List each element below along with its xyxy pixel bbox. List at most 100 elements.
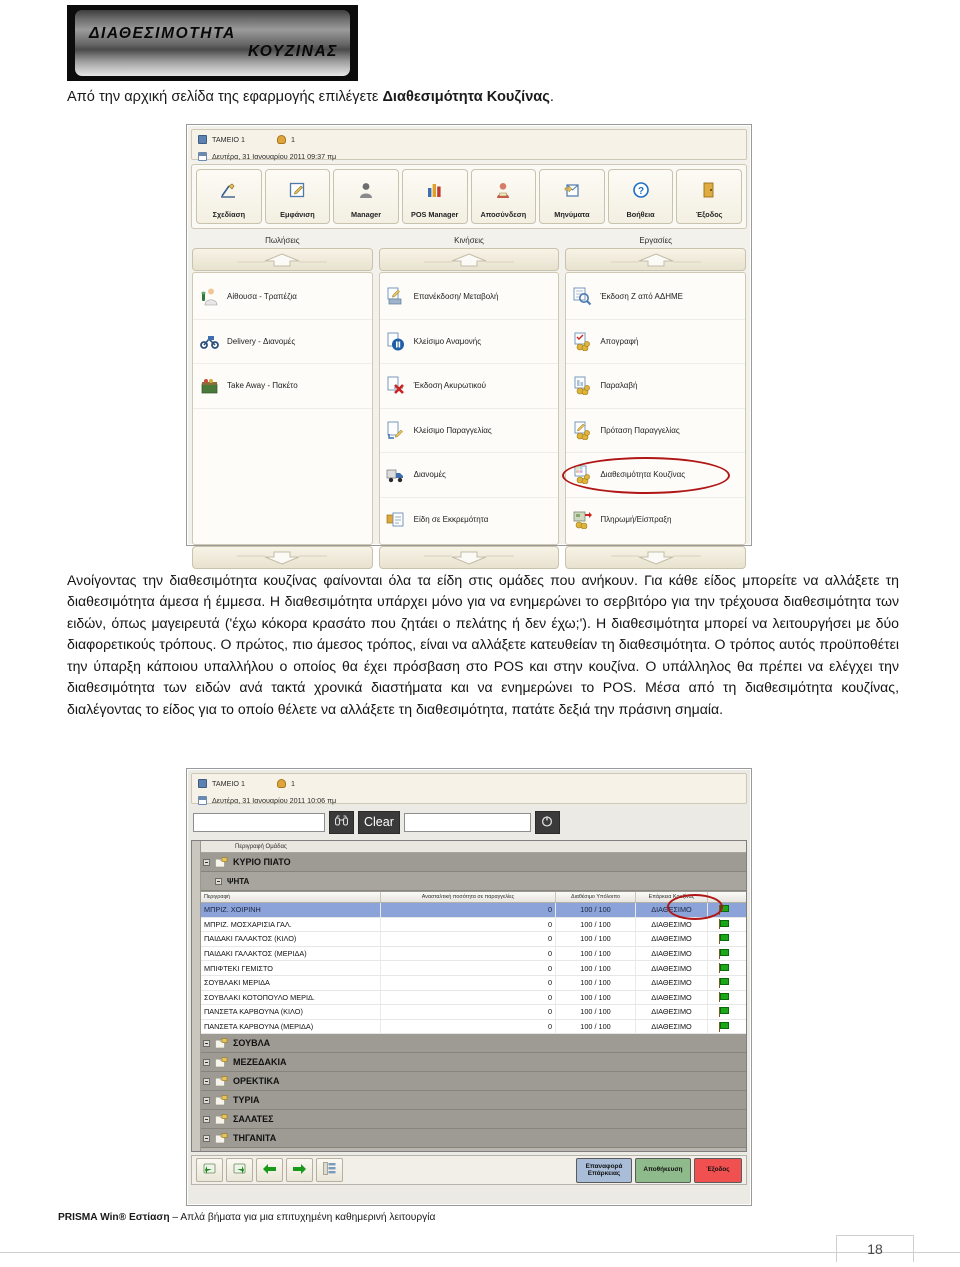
green-flag-icon[interactable] (718, 933, 730, 944)
menu-item-cancel-doc[interactable]: Έκδοση Ακυρωτικού (379, 364, 559, 409)
menu-item-inventory[interactable]: Απογραφή (566, 320, 746, 364)
tree-group-main-dish[interactable]: ΚΥΡΙΟ ΠΙΑΤΟ (201, 853, 746, 872)
scroll-up-button-sales[interactable] (192, 248, 373, 271)
toolbar-button-help[interactable]: ? Βοήθεια (607, 169, 674, 224)
menu-item-z-report[interactable]: Έκδοση Ζ από ΑΔΗΜΕ (566, 275, 746, 320)
menu-item-order-proposal[interactable]: Πρόταση Παραγγελίας (566, 409, 746, 453)
tree-group-tiganita[interactable]: ΤΗΓΑΝΙΤΑ (201, 1129, 746, 1149)
table-row[interactable]: ΣΟΥΒΛΑΚΙ ΜΕΡΙΔΑ 0 100 / 100 ΔΙΑΘΕΣΙΜΟ (201, 975, 746, 991)
tree-group-tyria[interactable]: ΤΥΡΙΑ (201, 1091, 746, 1111)
cell-flag[interactable] (708, 991, 740, 1005)
toolbar-button-manager[interactable]: Manager (333, 169, 399, 224)
table-row[interactable]: ΠΑΝΣΕΤΑ ΚΑΡΒΟΥΝΑ (ΜΕΡΙΔΑ) 0 100 / 100 ΔΙ… (201, 1019, 746, 1035)
menu-item-kitchen-availability[interactable]: Διαθεσιμότητα Κουζίνας (562, 453, 746, 498)
design-icon (220, 170, 237, 210)
save-button[interactable]: Αποθήκευση (635, 1157, 691, 1183)
expand-toggle-icon[interactable] (203, 1058, 210, 1066)
tree-group-salates[interactable]: ΣΑΛΑΤΕΣ (201, 1110, 746, 1130)
green-flag-icon[interactable] (718, 977, 730, 988)
scroll-up-button-movements[interactable] (378, 248, 560, 271)
tree-group-orektika[interactable]: ΟΡΕΚΤΙΚΑ (201, 1072, 746, 1092)
previous-button[interactable] (256, 1158, 283, 1182)
scroll-down-button-sales[interactable] (192, 546, 373, 569)
toolbar-button-logout[interactable]: Αποσύνδεση (470, 169, 537, 224)
scroll-down-button-movements[interactable] (378, 546, 560, 569)
search-input-secondary[interactable] (403, 812, 531, 832)
table-row[interactable]: ΠΑΝΣΕΤΑ ΚΑΡΒΟΥΝΑ (ΚΙΛΟ) 0 100 / 100 ΔΙΑΘ… (201, 1005, 746, 1020)
menu-item-close-order[interactable]: Κλείσιμο Παραγγελίας (379, 409, 559, 453)
logout-icon (496, 170, 510, 210)
column-title-movements: Κινήσεις (454, 236, 484, 245)
cell-flag[interactable] (708, 961, 740, 975)
expand-toggle-icon[interactable] (203, 858, 210, 866)
green-flag-icon[interactable] (718, 948, 730, 959)
menu-item-receive[interactable]: Παραλαβή (566, 364, 746, 409)
list-view-button[interactable] (316, 1158, 343, 1182)
menu-item-close-waiting[interactable]: Κλείσιμο Αναμονής (379, 320, 559, 364)
table-header-row: Περιγραφή Ανασταλτική ποσότητα σε παραγγ… (201, 892, 746, 903)
cell-status: ΔΙΑΘΕΣΙΜΟ (636, 903, 708, 917)
green-flag-icon[interactable] (718, 992, 730, 1003)
tree-group-mezedakia[interactable]: ΜΕΖΕΔΑΚΙΑ (201, 1053, 746, 1073)
folder-icon (215, 1057, 228, 1068)
tree-group-souvla[interactable]: ΣΟΥΒΛΑ (201, 1034, 746, 1054)
next-button[interactable] (286, 1158, 313, 1182)
cell-status: ΔΙΑΘΕΣΙΜΟ (636, 975, 708, 990)
cell-quantity: 0 (381, 903, 556, 917)
table-row[interactable]: ΣΟΥΒΛΑΚΙ ΚΟΤΟΠΟΥΛΟ ΜΕΡΙΔ. 0 100 / 100 ΔΙ… (201, 990, 746, 1006)
menu-item-reissue[interactable]: Επανέκδοση/ Μεταβολή (379, 275, 559, 320)
menu-item-pending-items[interactable]: Είδη σε Εκκρεμότητα (380, 498, 559, 543)
toolbar-button-messages[interactable]: Μηνύματα (539, 169, 605, 224)
expand-all-button[interactable] (196, 1158, 223, 1182)
cell-flag[interactable] (708, 1020, 740, 1034)
menu-item-payment[interactable]: Πληρωμή/Είσπραξη (566, 498, 745, 543)
cell-flag[interactable] (708, 947, 740, 961)
table-row[interactable]: ΜΠΡΙΖ. ΜΟΣΧΑΡΙΣΙΑ ΓΑΛ. 0 100 / 100 ΔΙΑΘΕ… (201, 917, 746, 933)
green-flag-icon[interactable] (718, 1021, 730, 1032)
table-row[interactable]: ΜΠΡΙΖ. ΧΟΙΡΙΝΗ 0 100 / 100 ΔΙΑΘΕΣΙΜΟ (201, 903, 746, 918)
menu-item-hall-tables[interactable]: Αίθουσα - Τραπέζια (193, 275, 372, 320)
search-input-description[interactable] (193, 812, 325, 832)
green-flag-icon[interactable] (718, 963, 730, 974)
expand-toggle-icon[interactable] (203, 1077, 210, 1085)
cell-description: ΠΑΝΣΕΤΑ ΚΑΡΒΟΥΝΑ (ΜΕΡΙΔΑ) (201, 1019, 381, 1034)
expand-toggle-icon[interactable] (203, 1115, 210, 1123)
table-row[interactable]: ΠΑΙΔΑΚΙ ΓΑΛΑΚΤΟΣ (ΜΕΡΙΔΑ) 0 100 / 100 ΔΙ… (201, 946, 746, 962)
menu-item-take-away[interactable]: Take Away - Πακέτο (193, 364, 372, 409)
cell-status: ΔΙΑΘΕΣΙΜΟ (636, 946, 708, 961)
green-flag-icon[interactable] (718, 919, 730, 930)
table-row[interactable]: ΜΠΙΦΤΕΚΙ ΓΕΜΙΣΤΟ 0 100 / 100 ΔΙΑΘΕΣΙΜΟ (201, 961, 746, 976)
scroll-up-button-tasks[interactable] (565, 248, 747, 271)
page-footer: PRISMA Win® Εστίαση – Απλά βήματα για μι… (58, 1212, 435, 1223)
collapse-all-button[interactable] (226, 1158, 253, 1182)
refresh-button[interactable] (534, 810, 560, 834)
binoculars-icon (334, 815, 349, 829)
menu-item-distribution[interactable]: Διανομές (379, 453, 559, 498)
green-flag-icon[interactable] (718, 1006, 730, 1017)
cell-flag[interactable] (708, 976, 740, 990)
cell-flag[interactable] (708, 918, 740, 932)
clear-button[interactable]: Clear (358, 810, 400, 834)
restore-stock-button[interactable]: Επαναφορά Επάρκειας (576, 1157, 632, 1183)
cell-flag[interactable] (708, 903, 740, 917)
table-row[interactable]: ΠΑΙΔΑΚΙ ΓΑΛΑΚΤΟΣ (ΚΙΛΟ) 0 100 / 100 ΔΙΑΘ… (201, 932, 746, 947)
toolbar-button-exit[interactable]: Έξοδος (676, 169, 742, 224)
toolbar-button-design[interactable]: Σχεδίαση (196, 169, 262, 224)
green-flag-icon[interactable] (718, 904, 730, 915)
cell-flag[interactable] (708, 1005, 740, 1019)
menu-item-delivery[interactable]: Delivery - Διανομές (193, 320, 372, 364)
expand-toggle-icon[interactable] (203, 1134, 210, 1142)
toolbar-button-pos-manager[interactable]: POS Manager (401, 169, 468, 224)
expand-toggle-icon[interactable] (203, 1039, 210, 1047)
cell-flag[interactable] (708, 932, 740, 946)
scroll-down-button-tasks[interactable] (565, 546, 747, 569)
tree-subgroup-grilled[interactable]: ΨΗΤΑ (201, 872, 746, 891)
exit-button[interactable]: Έξοδος (694, 1157, 742, 1183)
expand-toggle-icon[interactable] (215, 877, 222, 885)
find-button[interactable] (329, 810, 354, 834)
expand-toggle-icon[interactable] (203, 1096, 210, 1104)
footer-brand: PRISMA Win® Εστίαση (58, 1212, 170, 1223)
tree-content: Περιγραφή Ομάδας ΚΥΡΙΟ ΠΙΑΤΟ ΨΗΤΑ Περιγρ… (201, 841, 746, 1151)
calendar-icon (198, 795, 207, 805)
toolbar-button-view[interactable]: Εμφάνιση (264, 169, 331, 224)
